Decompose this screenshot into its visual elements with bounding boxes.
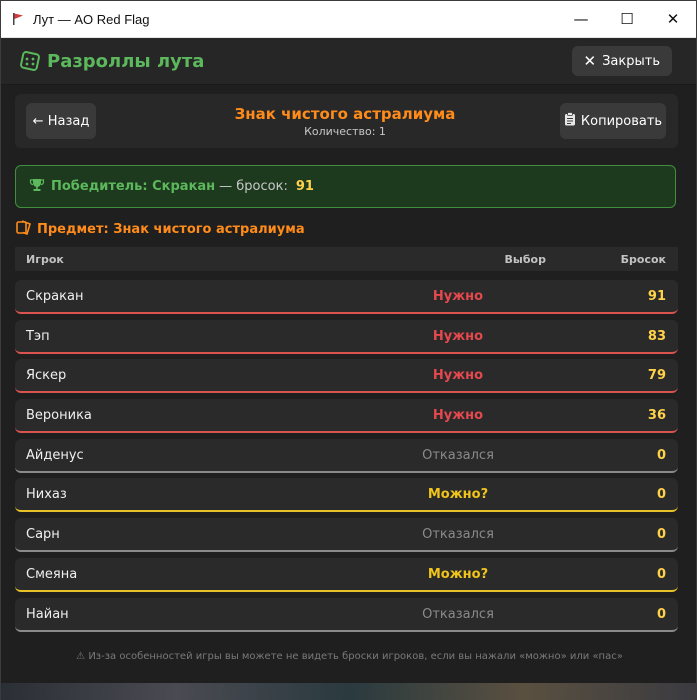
player-name: Найан bbox=[26, 606, 69, 622]
app-header: Разроллы лута ✕ Закрыть bbox=[1, 38, 696, 85]
column-player: Игрок bbox=[26, 252, 64, 266]
table-row: Сарн Отказался 0 bbox=[15, 518, 678, 553]
table-row: Айденус Отказался 0 bbox=[15, 438, 678, 473]
minimize-icon: — bbox=[573, 10, 589, 28]
red-flag-icon bbox=[11, 12, 25, 26]
footer-text: Из-за особенностей игры вы можете не вид… bbox=[88, 651, 623, 662]
roll-value: 0 bbox=[656, 606, 666, 622]
item-title-block: Знак чистого астралиума Количество: 1 bbox=[195, 105, 495, 138]
close-window-button[interactable]: ✕ bbox=[650, 1, 696, 37]
window-title: Лут — AO Red Flag bbox=[33, 11, 150, 27]
close-label: Закрыть bbox=[602, 53, 660, 69]
table-row: Смеяна Можно? 0 bbox=[15, 557, 678, 592]
trophy-icon bbox=[29, 178, 45, 196]
winner-roll: 91 bbox=[295, 179, 314, 194]
column-roll: Бросок bbox=[620, 252, 666, 266]
title-bar: Лут — AO Red Flag — ☐ ✕ bbox=[1, 1, 696, 38]
x-icon: ✕ bbox=[583, 52, 597, 70]
copy-label: Копировать bbox=[580, 113, 663, 129]
close-button[interactable]: ✕ Закрыть bbox=[571, 46, 672, 76]
item-header: ← Назад Знак чистого астралиума Количест… bbox=[15, 94, 678, 148]
table-row: Нихаз Можно? 0 bbox=[15, 478, 678, 513]
table-row: Яскер Нужно 79 bbox=[15, 359, 678, 394]
warning-icon: ⚠ bbox=[76, 651, 86, 662]
back-button[interactable]: ← Назад bbox=[26, 103, 96, 139]
minimize-button[interactable]: — bbox=[558, 1, 604, 37]
item-quantity: Количество: 1 bbox=[304, 125, 386, 138]
maximize-icon: ☐ bbox=[620, 10, 634, 28]
rolls-table: Скракан Нужно 91 Тэп Нужно 83 Яскер Нужно 79 Веро… bbox=[15, 280, 678, 637]
item-label: Предмет: Знак чистого астралиума bbox=[37, 222, 305, 237]
table-row: Тэп Нужно 83 bbox=[15, 319, 678, 354]
player-name: Вероника bbox=[26, 408, 92, 424]
game-background bbox=[1, 683, 697, 700]
window-controls: — ☐ ✕ bbox=[558, 1, 696, 37]
player-name: Нихаз bbox=[26, 487, 67, 503]
clipboard-icon bbox=[564, 112, 576, 130]
loot-window: Лут — AO Red Flag — ☐ ✕ Разроллы лута ✕ … bbox=[0, 0, 697, 700]
maximize-button[interactable]: ☐ bbox=[604, 1, 650, 37]
table-header: Игрок Выбор Бросок bbox=[15, 247, 678, 271]
column-choice: Выбор bbox=[504, 252, 546, 266]
player-name: Скракан bbox=[26, 289, 84, 304]
roll-value: 0 bbox=[656, 566, 666, 582]
player-name: Сарн bbox=[26, 527, 60, 543]
copy-button[interactable]: Копировать bbox=[560, 103, 666, 139]
roll-value: 79 bbox=[647, 368, 666, 384]
player-name: Смеяна bbox=[26, 566, 78, 582]
roll-choice: Нужно bbox=[432, 368, 484, 384]
app-title: Разроллы лута bbox=[47, 50, 205, 72]
winner-banner: Победитель: Скракан — бросок: 91 bbox=[15, 165, 676, 208]
footer-note: ⚠ Из-за особенностей игры вы можете не в… bbox=[1, 651, 697, 662]
player-name: Тэп bbox=[26, 328, 50, 344]
roll-value: 0 bbox=[656, 447, 666, 463]
roll-choice: Нужно bbox=[432, 328, 484, 344]
roll-value: 0 bbox=[656, 527, 666, 543]
roll-choice: Нужно bbox=[432, 289, 484, 304]
table-row: Скракан Нужно 91 bbox=[15, 280, 678, 314]
roll-choice: Нужно bbox=[432, 408, 484, 424]
dice-icon bbox=[20, 51, 40, 71]
roll-value: 91 bbox=[647, 289, 666, 304]
table-row: Вероника Нужно 36 bbox=[15, 399, 678, 434]
close-icon: ✕ bbox=[666, 10, 680, 28]
item-line: Предмет: Знак чистого астралиума bbox=[16, 220, 305, 239]
roll-choice: Отказался bbox=[422, 527, 494, 543]
roll-choice: Можно? bbox=[427, 487, 489, 503]
player-name: Яскер bbox=[26, 368, 67, 384]
table-row: Найан Отказался 0 bbox=[15, 597, 678, 632]
player-name: Айденус bbox=[26, 447, 84, 463]
roll-value: 83 bbox=[647, 328, 666, 344]
roll-choice: Отказался bbox=[422, 606, 494, 622]
winner-label: Победитель: Скракан bbox=[51, 179, 216, 194]
winner-separator: — бросок: bbox=[219, 179, 288, 194]
item-title: Знак чистого астралиума bbox=[234, 105, 456, 123]
item-scroll-icon bbox=[16, 220, 32, 239]
roll-value: 0 bbox=[656, 487, 666, 503]
roll-choice: Отказался bbox=[422, 447, 494, 463]
roll-choice: Можно? bbox=[427, 566, 489, 582]
roll-value: 36 bbox=[647, 408, 666, 424]
